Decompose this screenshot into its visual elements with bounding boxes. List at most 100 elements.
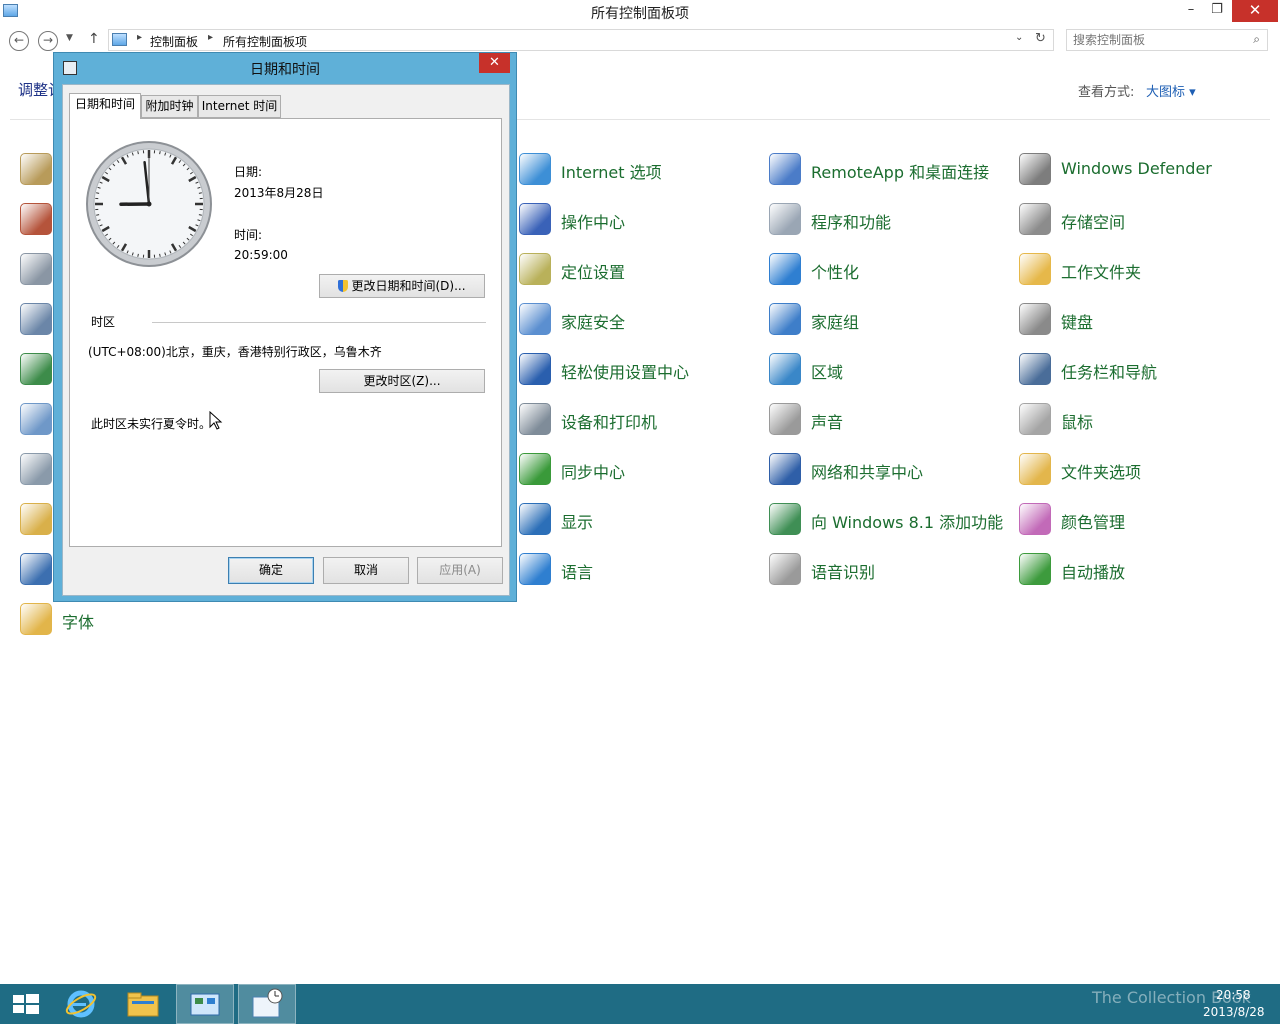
view-by-dropdown[interactable]: 大图标 ▾ bbox=[1146, 81, 1196, 100]
control-panel-item[interactable]: 键盘 bbox=[1019, 303, 1259, 339]
credential-manager-icon[interactable] bbox=[20, 153, 52, 185]
control-panel-item[interactable]: 语言 bbox=[519, 553, 759, 589]
control-panel-item[interactable]: 同步中心 bbox=[519, 453, 759, 489]
file-explorer-icon bbox=[127, 992, 159, 1017]
control-panel-item[interactable]: 声音 bbox=[769, 403, 1009, 439]
cancel-button[interactable]: 取消 bbox=[323, 557, 409, 584]
date-time-icon[interactable] bbox=[20, 403, 52, 435]
tray-clock-time[interactable]: 20:58 bbox=[1216, 988, 1251, 1002]
file-history-icon[interactable] bbox=[20, 503, 52, 535]
maximize-button[interactable]: ❐ bbox=[1206, 0, 1228, 22]
control-panel-item[interactable]: 操作中心 bbox=[519, 203, 759, 239]
control-panel-item[interactable]: 向 Windows 8.1 添加功能 bbox=[769, 503, 1009, 539]
clock-tick bbox=[96, 214, 100, 216]
control-panel-item[interactable]: 任务栏和导航 bbox=[1019, 353, 1259, 389]
address-bar[interactable]: ▸ 控制面板 ▸ 所有控制面板项 ⌄ ↻ bbox=[108, 29, 1054, 51]
control-panel-item[interactable]: 显示 bbox=[519, 503, 759, 539]
control-panel-item[interactable]: 鼠标 bbox=[1019, 403, 1259, 439]
control-panel-item-label: 自动播放 bbox=[1061, 563, 1126, 582]
autoplay-icon bbox=[1019, 553, 1051, 585]
control-panel-item[interactable]: 轻松使用设置中心 bbox=[519, 353, 759, 389]
control-panel-item-label: 向 Windows 8.1 添加功能 bbox=[811, 513, 1004, 532]
control-panel-item[interactable]: 区域 bbox=[769, 353, 1009, 389]
start-button[interactable] bbox=[0, 984, 58, 1024]
control-panel-item[interactable]: 语音识别 bbox=[769, 553, 1009, 589]
administrative-tools-icon[interactable] bbox=[20, 303, 52, 335]
control-panel-item[interactable]: 个性化 bbox=[769, 253, 1009, 289]
control-panel-item[interactable]: 字体 bbox=[20, 603, 260, 639]
control-panel-taskbar-button[interactable] bbox=[176, 984, 234, 1024]
refresh-icon[interactable]: ↻ bbox=[1035, 31, 1046, 46]
default-programs-icon[interactable] bbox=[20, 553, 52, 585]
dialog-title: 日期和时间 bbox=[250, 62, 320, 78]
forward-button[interactable]: → bbox=[38, 31, 58, 51]
phone-modem-icon[interactable] bbox=[20, 253, 52, 285]
location-settings-icon bbox=[519, 253, 551, 285]
window-title: 所有控制面板项 bbox=[591, 6, 689, 22]
change-timezone-button[interactable]: 更改时区(Z)... bbox=[319, 369, 485, 393]
control-panel-item[interactable]: 程序和功能 bbox=[769, 203, 1009, 239]
control-panel-item[interactable]: Windows Defender bbox=[1019, 153, 1259, 189]
control-panel-item[interactable]: RemoteApp 和桌面连接 bbox=[769, 153, 1009, 189]
windows-firewall-icon[interactable] bbox=[20, 203, 52, 235]
control-panel-item[interactable]: 存储空间 bbox=[1019, 203, 1259, 239]
display-icon bbox=[519, 503, 551, 535]
dialog-close-button[interactable]: ✕ bbox=[479, 53, 510, 73]
file-explorer-button[interactable] bbox=[114, 984, 172, 1024]
timezone-section-label: 时区 bbox=[91, 315, 116, 329]
control-panel-item[interactable]: 文件夹选项 bbox=[1019, 453, 1259, 489]
tab-additional-clocks[interactable]: 附加时钟 bbox=[141, 95, 198, 118]
dst-note: 此时区未实行夏令时。 bbox=[91, 417, 212, 431]
up-button[interactable]: ↑ bbox=[88, 31, 100, 47]
search-box[interactable]: ⌕ bbox=[1066, 29, 1268, 51]
clock-tick bbox=[96, 192, 100, 194]
control-panel-item[interactable]: 工作文件夹 bbox=[1019, 253, 1259, 289]
control-panel-item[interactable]: 家庭组 bbox=[769, 303, 1009, 339]
control-panel-item-label: 声音 bbox=[811, 413, 844, 432]
remoteapp-icon bbox=[769, 153, 801, 185]
taskbar: The Collection Book 20:58 2013/8/28 bbox=[0, 984, 1280, 1024]
control-panel-item-label: 语音识别 bbox=[811, 563, 876, 582]
apply-button[interactable]: 应用(A) bbox=[417, 557, 503, 584]
control-panel-item[interactable]: 定位设置 bbox=[519, 253, 759, 289]
date-time-tab-panel: 日期: 2013年8月28日 时间: 20:59:00 更改日期和时间(D)..… bbox=[69, 118, 502, 547]
internet-explorer-button[interactable] bbox=[52, 984, 110, 1024]
navigation-bar: ← → ▼ ↑ ▸ 控制面板 ▸ 所有控制面板项 ⌄ ↻ ⌕ bbox=[0, 27, 1280, 55]
ok-button[interactable]: 确定 bbox=[228, 557, 314, 584]
clock-center bbox=[146, 201, 152, 207]
control-panel-item[interactable]: 颜色管理 bbox=[1019, 503, 1259, 539]
mouse-icon bbox=[1019, 403, 1051, 435]
tab-date-time[interactable]: 日期和时间 bbox=[69, 93, 141, 119]
control-panel-item[interactable]: Internet 选项 bbox=[519, 153, 759, 189]
breadcrumb-separator-icon[interactable]: ▸ bbox=[208, 32, 213, 43]
change-date-time-button[interactable]: 更改日期和时间(D)... bbox=[319, 274, 485, 298]
recent-locations-button[interactable]: ▼ bbox=[66, 33, 73, 43]
control-panel-item[interactable]: 自动播放 bbox=[1019, 553, 1259, 589]
address-dropdown-icon[interactable]: ⌄ bbox=[1015, 32, 1023, 43]
search-icon[interactable]: ⌕ bbox=[1253, 32, 1260, 47]
control-panel-item-label: 定位设置 bbox=[561, 263, 626, 282]
time-value: 20:59:00 bbox=[234, 248, 288, 262]
add-features-icon bbox=[769, 503, 801, 535]
control-panel-item-label: 操作中心 bbox=[561, 213, 626, 232]
minimize-button[interactable]: – bbox=[1180, 0, 1202, 22]
breadcrumb-separator-icon[interactable]: ▸ bbox=[137, 32, 142, 43]
control-panel-item[interactable]: 家庭安全 bbox=[519, 303, 759, 339]
search-input[interactable] bbox=[1073, 32, 1243, 48]
breadcrumb-all-items[interactable]: 所有控制面板项 bbox=[223, 33, 307, 50]
breadcrumb-control-panel[interactable]: 控制面板 bbox=[150, 33, 198, 50]
control-panel-item-label: 家庭组 bbox=[811, 313, 860, 332]
indexing-options-icon[interactable] bbox=[20, 453, 52, 485]
tab-internet-time[interactable]: Internet 时间 bbox=[198, 95, 281, 118]
windows-update-icon[interactable] bbox=[20, 353, 52, 385]
control-panel-item-label: 区域 bbox=[811, 363, 844, 382]
close-button[interactable]: ✕ bbox=[1232, 0, 1278, 22]
control-panel-icon bbox=[112, 33, 127, 46]
control-panel-item-label: RemoteApp 和桌面连接 bbox=[811, 163, 990, 182]
date-time-taskbar-button[interactable] bbox=[238, 984, 296, 1024]
internet-options-icon bbox=[519, 153, 551, 185]
control-panel-item[interactable]: 设备和打印机 bbox=[519, 403, 759, 439]
tray-clock-date[interactable]: 2013/8/28 bbox=[1203, 1005, 1265, 1019]
back-button[interactable]: ← bbox=[9, 31, 29, 51]
control-panel-item[interactable]: 网络和共享中心 bbox=[769, 453, 1009, 489]
